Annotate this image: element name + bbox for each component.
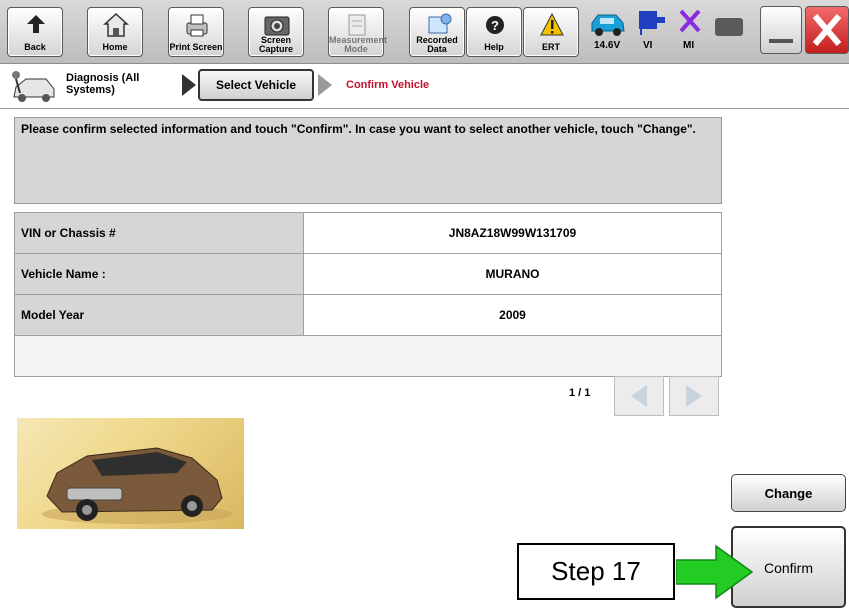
mi-label: MI xyxy=(683,40,695,51)
battery-voltage: 14.6V xyxy=(594,40,621,51)
toolbar: Back Home Print Screen Screen Capture Me… xyxy=(0,0,849,64)
print-screen-label: Print Screen xyxy=(169,42,223,52)
model-year-label: Model Year xyxy=(14,294,304,336)
table-row: VIN or Chassis # JN8AZ18W99W131709 xyxy=(14,212,722,254)
mi-disconnected-icon xyxy=(679,9,701,33)
recorded-data-button[interactable]: Recorded Data xyxy=(409,7,465,57)
warning-icon xyxy=(540,12,564,36)
ert-label: ERT xyxy=(542,42,560,52)
arrow-right-icon xyxy=(676,544,754,600)
print-screen-button[interactable]: Print Screen xyxy=(168,7,224,57)
vi-icon xyxy=(639,11,665,35)
home-label: Home xyxy=(102,42,128,52)
help-label: Help xyxy=(484,42,504,52)
measurement-mode-label: Measurement Mode xyxy=(329,35,388,54)
ert-button[interactable]: ERT xyxy=(523,7,579,57)
close-button[interactable] xyxy=(805,6,849,54)
breadcrumb-current: Confirm Vehicle xyxy=(346,79,430,91)
vin-label: VIN or Chassis # xyxy=(14,212,304,254)
help-icon: ? xyxy=(486,16,504,34)
home-icon xyxy=(103,12,129,37)
vehicle-image xyxy=(17,418,244,529)
breadcrumb-arrow-icon xyxy=(182,74,196,96)
breadcrumb-select-vehicle[interactable]: Select Vehicle xyxy=(198,69,314,101)
table-row-empty xyxy=(14,335,722,377)
breadcrumb-home[interactable]: Diagnosis (All Systems) xyxy=(66,72,166,96)
minimize-icon xyxy=(769,39,793,43)
minimize-button[interactable] xyxy=(760,6,802,54)
back-label: Back xyxy=(24,42,46,52)
vi-label: VI xyxy=(643,40,653,51)
back-button[interactable]: Back xyxy=(7,7,63,57)
svg-text:?: ? xyxy=(491,18,499,33)
change-button[interactable]: Change xyxy=(731,474,846,512)
breadcrumb-arrow-icon xyxy=(318,74,332,96)
triangle-left-icon xyxy=(631,385,647,407)
vehicle-name-value: MURANO xyxy=(303,253,722,295)
car-battery-icon xyxy=(591,14,625,36)
page-next-button[interactable] xyxy=(669,376,719,416)
suv-image xyxy=(42,447,232,524)
instruction-message: Please confirm selected information and … xyxy=(14,117,722,204)
diagnosis-car-icon xyxy=(12,71,55,102)
screen-capture-button[interactable]: Screen Capture xyxy=(248,7,304,57)
page-indicator: 1 / 1 xyxy=(569,387,591,399)
measurement-mode-button[interactable]: Measurement Mode xyxy=(328,7,388,57)
page-prev-button[interactable] xyxy=(614,376,664,416)
model-year-value: 2009 xyxy=(303,294,722,336)
back-arrow-icon xyxy=(27,15,45,33)
printer-icon xyxy=(186,14,208,37)
vehicle-info-table: VIN or Chassis # JN8AZ18W99W131709 Vehic… xyxy=(14,212,722,377)
screen-capture-label: Screen Capture xyxy=(258,35,293,54)
triangle-right-icon xyxy=(686,385,702,407)
vehicle-name-label: Vehicle Name : xyxy=(14,253,304,295)
help-button[interactable]: ? Help xyxy=(466,7,522,57)
step-annotation-label: Step 17 xyxy=(517,543,675,600)
close-icon xyxy=(812,14,842,46)
table-row: Model Year 2009 xyxy=(14,294,722,336)
vin-value: JN8AZ18W99W131709 xyxy=(303,212,722,254)
table-row: Vehicle Name : MURANO xyxy=(14,253,722,295)
recorded-data-label: Recorded Data xyxy=(416,35,458,54)
battery-icon xyxy=(715,18,743,36)
home-button[interactable]: Home xyxy=(87,7,143,57)
breadcrumb: Diagnosis (All Systems) Select Vehicle C… xyxy=(0,64,849,109)
